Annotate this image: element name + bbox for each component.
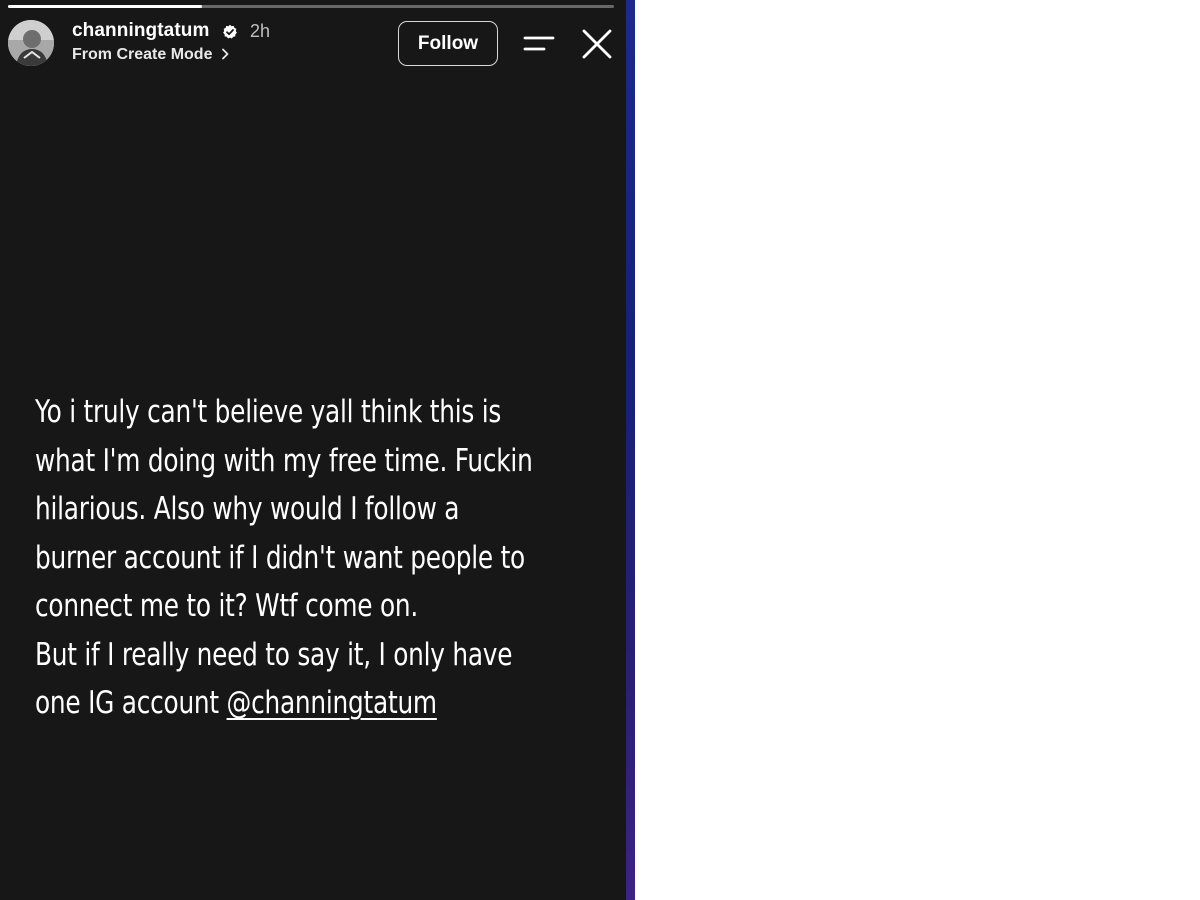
- mention-link[interactable]: @channingtatum: [227, 685, 438, 721]
- avatar[interactable]: [8, 20, 54, 66]
- story-progress-fill: [8, 5, 202, 8]
- story-text-line: hilarious. Also why would I follow a: [35, 491, 460, 527]
- story-text-line: But if I really need to say it, I only h…: [35, 636, 513, 673]
- avatar-photo: [8, 20, 54, 66]
- story-text-last-line: one IG account @channingtatum: [35, 679, 611, 728]
- menu-lines-icon[interactable]: [522, 30, 556, 58]
- background-edge: [626, 0, 635, 900]
- create-mode-link[interactable]: From Create Mode: [72, 46, 230, 64]
- story-text-line: Yo i truly can't believe yall think this…: [35, 394, 502, 430]
- story-text: Yo i truly can't believe yall think this…: [35, 388, 611, 728]
- verified-badge-icon: [223, 24, 237, 39]
- create-mode-label: From Create Mode: [72, 46, 213, 63]
- story-text-line: what I'm doing with my free time. Fuckin: [35, 442, 533, 479]
- follow-button[interactable]: Follow: [398, 21, 498, 66]
- story-timestamp: 2h: [250, 21, 271, 41]
- chevron-right-icon: [222, 48, 229, 60]
- story-progress-bar: [8, 5, 614, 8]
- close-icon[interactable]: [580, 27, 614, 61]
- story-viewer[interactable]: channingtatum 2h From Create Mode Follow…: [0, 0, 626, 900]
- username[interactable]: channingtatum: [72, 20, 209, 42]
- story-text-line: connect me to it? Wtf come on.: [35, 588, 419, 624]
- story-text-line: burner account if I didn't want people t…: [35, 539, 525, 576]
- story-text-line-prefix: one IG account: [35, 685, 227, 721]
